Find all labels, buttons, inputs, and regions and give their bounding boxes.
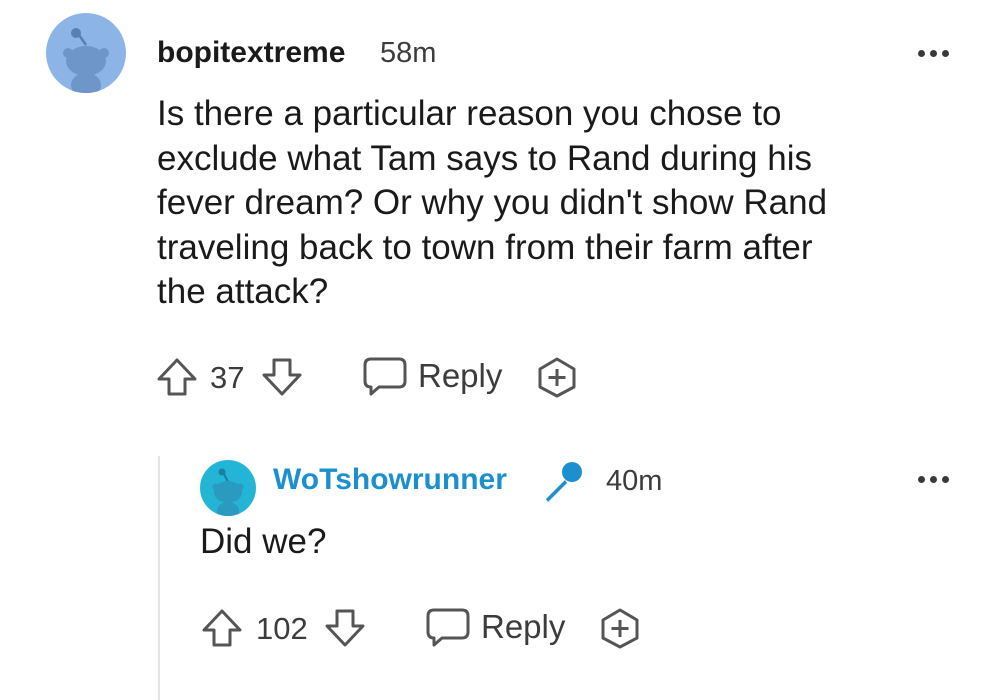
more-options-icon[interactable]: [918, 50, 949, 57]
upvote-arrow-icon: [202, 609, 242, 647]
add-award-button[interactable]: [598, 606, 642, 650]
snoo-avatar-icon: [63, 28, 109, 93]
comment-body: Is there a particular reason you chose t…: [157, 94, 828, 311]
avatar[interactable]: [200, 460, 256, 516]
timestamp: 58m: [380, 37, 437, 69]
username[interactable]: bopitextreme: [157, 36, 345, 70]
reply-button[interactable]: Reply: [362, 354, 502, 398]
reply-bubble-icon: [363, 357, 407, 396]
reply-label: Reply: [481, 608, 566, 645]
add-award-icon: [538, 357, 576, 398]
add-award-button[interactable]: [535, 355, 579, 399]
downvote-arrow-icon: [325, 609, 365, 647]
username[interactable]: WoTshowrunner: [273, 463, 507, 497]
downvote-button[interactable]: [323, 606, 367, 650]
thread-line[interactable]: [158, 456, 160, 700]
upvote-button[interactable]: [200, 606, 244, 650]
upvote-button[interactable]: [155, 355, 199, 399]
upvote-arrow-icon: [157, 358, 197, 396]
reply-bubble-icon: [426, 608, 470, 647]
reply-label: Reply: [418, 357, 503, 394]
timestamp: 40m: [606, 465, 663, 497]
reply-button[interactable]: Reply: [425, 605, 565, 649]
downvote-arrow-icon: [262, 358, 302, 396]
microphone-icon: [538, 458, 588, 513]
downvote-button[interactable]: [260, 355, 304, 399]
add-award-icon: [601, 608, 639, 649]
snoo-avatar-icon: [212, 468, 244, 516]
avatar[interactable]: [46, 13, 126, 93]
comment-body: Did we?: [200, 522, 327, 561]
vote-count: 37: [210, 360, 245, 395]
vote-count: 102: [256, 611, 308, 646]
more-options-icon[interactable]: [918, 476, 949, 483]
